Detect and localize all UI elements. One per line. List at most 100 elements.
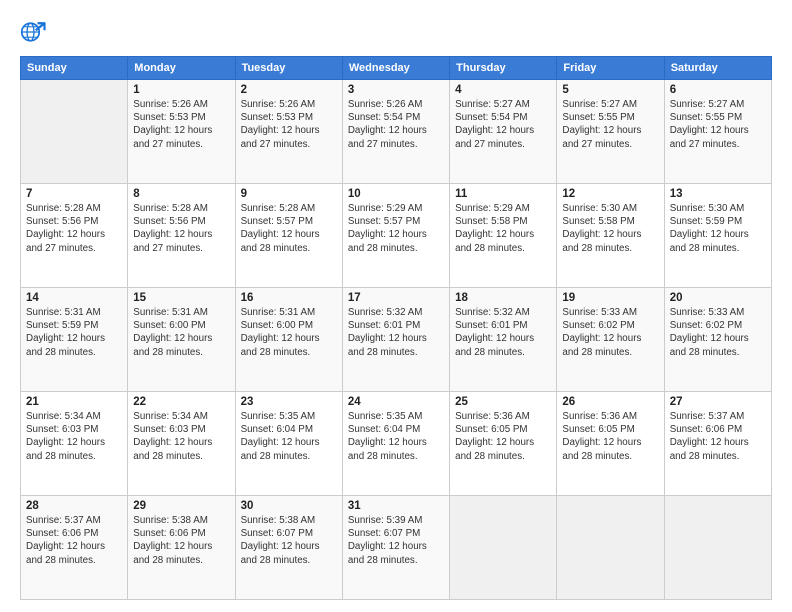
cell-info: Sunrise: 5:34 AM Sunset: 6:03 PM Dayligh… xyxy=(133,410,229,463)
cell-date: 29 xyxy=(133,500,229,512)
cell-date: 30 xyxy=(241,500,337,512)
day-header-friday: Friday xyxy=(557,57,664,80)
cell-info: Sunrise: 5:30 AM Sunset: 5:58 PM Dayligh… xyxy=(562,202,658,255)
cell-info: Sunrise: 5:26 AM Sunset: 5:54 PM Dayligh… xyxy=(348,98,444,151)
calendar-cell: 30Sunrise: 5:38 AM Sunset: 6:07 PM Dayli… xyxy=(235,496,342,600)
calendar-cell: 17 Sunrise: 5:32 AM Sunset: 6:01 PM Dayli… xyxy=(342,288,449,392)
calendar-week-1: 1 Sunrise: 5:26 AM Sunset: 5:53 PM Daylig… xyxy=(21,80,772,184)
calendar-week-5: 28Sunrise: 5:37 AM Sunset: 6:06 PM Dayli… xyxy=(21,496,772,600)
calendar-table: SundayMondayTuesdayWednesdayThursdayFrid… xyxy=(20,56,772,600)
calendar-cell: 28Sunrise: 5:37 AM Sunset: 6:06 PM Dayli… xyxy=(21,496,128,600)
cell-info: Sunrise: 5:32 AM Sunset: 6:01 PM Dayligh… xyxy=(455,306,551,359)
calendar-cell xyxy=(21,80,128,184)
cell-date: 21 xyxy=(26,396,122,408)
cell-info: Sunrise: 5:34 AM Sunset: 6:03 PM Dayligh… xyxy=(26,410,122,463)
cell-date: 23 xyxy=(241,396,337,408)
cell-info: Sunrise: 5:37 AM Sunset: 6:06 PM Dayligh… xyxy=(670,410,766,463)
calendar-cell: 21 Sunrise: 5:34 AM Sunset: 6:03 PM Dayli… xyxy=(21,392,128,496)
cell-date: 10 xyxy=(348,188,444,200)
cell-date: 9 xyxy=(241,188,337,200)
calendar-cell: 22 Sunrise: 5:34 AM Sunset: 6:03 PM Dayli… xyxy=(128,392,235,496)
cell-date: 3 xyxy=(348,84,444,96)
calendar-week-4: 21 Sunrise: 5:34 AM Sunset: 6:03 PM Dayli… xyxy=(21,392,772,496)
cell-info: Sunrise: 5:31 AM Sunset: 6:00 PM Dayligh… xyxy=(241,306,337,359)
calendar-cell xyxy=(557,496,664,600)
calendar-cell: 16 Sunrise: 5:31 AM Sunset: 6:00 PM Dayli… xyxy=(235,288,342,392)
header xyxy=(20,18,772,46)
calendar-cell: 15 Sunrise: 5:31 AM Sunset: 6:00 PM Dayli… xyxy=(128,288,235,392)
cell-date: 18 xyxy=(455,292,551,304)
calendar-cell: 19Sunrise: 5:33 AM Sunset: 6:02 PM Dayli… xyxy=(557,288,664,392)
calendar-cell: 1 Sunrise: 5:26 AM Sunset: 5:53 PM Daylig… xyxy=(128,80,235,184)
cell-info: Sunrise: 5:29 AM Sunset: 5:58 PM Dayligh… xyxy=(455,202,551,255)
cell-info: Sunrise: 5:35 AM Sunset: 6:04 PM Dayligh… xyxy=(241,410,337,463)
calendar-cell: 26 Sunrise: 5:36 AM Sunset: 6:05 PM Dayli… xyxy=(557,392,664,496)
cell-date: 1 xyxy=(133,84,229,96)
cell-date: 4 xyxy=(455,84,551,96)
logo-icon xyxy=(20,18,48,46)
calendar-cell: 18 Sunrise: 5:32 AM Sunset: 6:01 PM Dayli… xyxy=(450,288,557,392)
calendar-cell: 7 Sunrise: 5:28 AM Sunset: 5:56 PM Daylig… xyxy=(21,184,128,288)
calendar-cell: 14 Sunrise: 5:31 AM Sunset: 5:59 PM Dayli… xyxy=(21,288,128,392)
cell-info: Sunrise: 5:27 AM Sunset: 5:54 PM Dayligh… xyxy=(455,98,551,151)
calendar-cell: 24Sunrise: 5:35 AM Sunset: 6:04 PM Dayli… xyxy=(342,392,449,496)
calendar-cell: 10 Sunrise: 5:29 AM Sunset: 5:57 PM Dayli… xyxy=(342,184,449,288)
page: SundayMondayTuesdayWednesdayThursdayFrid… xyxy=(0,0,792,612)
cell-info: Sunrise: 5:33 AM Sunset: 6:02 PM Dayligh… xyxy=(562,306,658,359)
cell-info: Sunrise: 5:33 AM Sunset: 6:02 PM Dayligh… xyxy=(670,306,766,359)
calendar-cell: 4 Sunrise: 5:27 AM Sunset: 5:54 PM Daylig… xyxy=(450,80,557,184)
calendar-cell xyxy=(450,496,557,600)
cell-info: Sunrise: 5:37 AM Sunset: 6:06 PM Dayligh… xyxy=(26,514,122,567)
calendar-cell: 2 Sunrise: 5:26 AM Sunset: 5:53 PM Daylig… xyxy=(235,80,342,184)
cell-info: Sunrise: 5:31 AM Sunset: 5:59 PM Dayligh… xyxy=(26,306,122,359)
calendar-cell: 5 Sunrise: 5:27 AM Sunset: 5:55 PM Daylig… xyxy=(557,80,664,184)
cell-info: Sunrise: 5:28 AM Sunset: 5:56 PM Dayligh… xyxy=(26,202,122,255)
day-header-thursday: Thursday xyxy=(450,57,557,80)
logo xyxy=(20,18,52,46)
cell-info: Sunrise: 5:26 AM Sunset: 5:53 PM Dayligh… xyxy=(133,98,229,151)
calendar-cell xyxy=(664,496,771,600)
cell-date: 14 xyxy=(26,292,122,304)
cell-info: Sunrise: 5:36 AM Sunset: 6:05 PM Dayligh… xyxy=(562,410,658,463)
cell-date: 6 xyxy=(670,84,766,96)
cell-date: 11 xyxy=(455,188,551,200)
day-header-sunday: Sunday xyxy=(21,57,128,80)
cell-date: 27 xyxy=(670,396,766,408)
cell-date: 13 xyxy=(670,188,766,200)
day-header-wednesday: Wednesday xyxy=(342,57,449,80)
cell-info: Sunrise: 5:27 AM Sunset: 5:55 PM Dayligh… xyxy=(670,98,766,151)
calendar-cell: 31 Sunrise: 5:39 AM Sunset: 6:07 PM Dayli… xyxy=(342,496,449,600)
calendar-cell: 8Sunrise: 5:28 AM Sunset: 5:56 PM Daylig… xyxy=(128,184,235,288)
cell-info: Sunrise: 5:30 AM Sunset: 5:59 PM Dayligh… xyxy=(670,202,766,255)
day-header-monday: Monday xyxy=(128,57,235,80)
calendar-header-row: SundayMondayTuesdayWednesdayThursdayFrid… xyxy=(21,57,772,80)
cell-date: 17 xyxy=(348,292,444,304)
day-header-saturday: Saturday xyxy=(664,57,771,80)
cell-info: Sunrise: 5:32 AM Sunset: 6:01 PM Dayligh… xyxy=(348,306,444,359)
day-header-tuesday: Tuesday xyxy=(235,57,342,80)
cell-date: 2 xyxy=(241,84,337,96)
cell-date: 22 xyxy=(133,396,229,408)
calendar-cell: 13 Sunrise: 5:30 AM Sunset: 5:59 PM Dayli… xyxy=(664,184,771,288)
cell-date: 5 xyxy=(562,84,658,96)
calendar-cell: 23 Sunrise: 5:35 AM Sunset: 6:04 PM Dayli… xyxy=(235,392,342,496)
cell-date: 16 xyxy=(241,292,337,304)
calendar-cell: 27 Sunrise: 5:37 AM Sunset: 6:06 PM Dayli… xyxy=(664,392,771,496)
cell-info: Sunrise: 5:38 AM Sunset: 6:06 PM Dayligh… xyxy=(133,514,229,567)
calendar-cell: 20Sunrise: 5:33 AM Sunset: 6:02 PM Dayli… xyxy=(664,288,771,392)
cell-info: Sunrise: 5:29 AM Sunset: 5:57 PM Dayligh… xyxy=(348,202,444,255)
cell-date: 31 xyxy=(348,500,444,512)
cell-info: Sunrise: 5:31 AM Sunset: 6:00 PM Dayligh… xyxy=(133,306,229,359)
cell-info: Sunrise: 5:28 AM Sunset: 5:56 PM Dayligh… xyxy=(133,202,229,255)
cell-date: 7 xyxy=(26,188,122,200)
cell-date: 26 xyxy=(562,396,658,408)
calendar-cell: 11 Sunrise: 5:29 AM Sunset: 5:58 PM Dayli… xyxy=(450,184,557,288)
cell-info: Sunrise: 5:39 AM Sunset: 6:07 PM Dayligh… xyxy=(348,514,444,567)
calendar-cell: 3 Sunrise: 5:26 AM Sunset: 5:54 PM Daylig… xyxy=(342,80,449,184)
cell-info: Sunrise: 5:27 AM Sunset: 5:55 PM Dayligh… xyxy=(562,98,658,151)
cell-date: 15 xyxy=(133,292,229,304)
calendar-cell: 12 Sunrise: 5:30 AM Sunset: 5:58 PM Dayli… xyxy=(557,184,664,288)
cell-info: Sunrise: 5:26 AM Sunset: 5:53 PM Dayligh… xyxy=(241,98,337,151)
cell-date: 12 xyxy=(562,188,658,200)
cell-info: Sunrise: 5:35 AM Sunset: 6:04 PM Dayligh… xyxy=(348,410,444,463)
